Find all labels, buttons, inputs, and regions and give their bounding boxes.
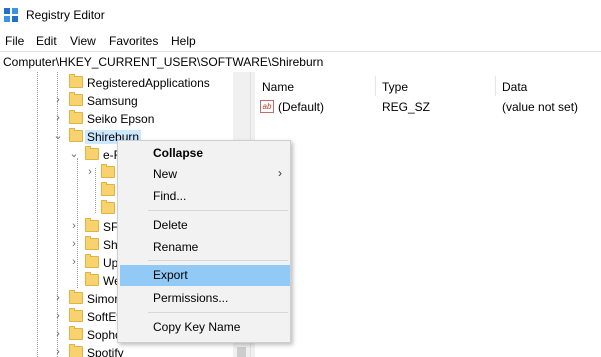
address-bar[interactable]: Computer\HKEY_CURRENT_USER\SOFTWARE\Shir…: [0, 51, 601, 73]
folder-icon: [101, 200, 115, 214]
menu-bar: File Edit View Favorites Help: [0, 31, 601, 51]
column-divider[interactable]: [375, 76, 376, 96]
menu-edit[interactable]: Edit: [36, 34, 57, 48]
menu-file[interactable]: File: [5, 34, 24, 48]
menu-item-find[interactable]: Find...: [120, 186, 290, 207]
folder-icon: [69, 128, 83, 142]
chevron-down-icon[interactable]: ⌄: [69, 147, 79, 161]
folder-icon: [69, 290, 83, 304]
folder-icon: [101, 182, 115, 196]
tree-item[interactable]: RegisteredApplications: [0, 74, 233, 92]
folder-icon: [69, 308, 83, 322]
menu-favorites[interactable]: Favorites: [109, 34, 158, 48]
value-type: REG_SZ: [382, 100, 431, 114]
menu-item-rename[interactable]: Rename: [120, 237, 290, 258]
folder-icon: [69, 74, 83, 88]
menu-item-permissions[interactable]: Permissions...: [120, 288, 290, 309]
chevron-right-icon[interactable]: ›: [53, 345, 63, 357]
menu-separator: [148, 210, 288, 211]
value-data: (value not set): [502, 100, 579, 114]
column-header-data[interactable]: Data: [502, 80, 527, 94]
folder-icon: [69, 110, 83, 124]
string-value-icon: ab: [260, 100, 274, 113]
folder-icon: [85, 146, 99, 160]
window-title: Registry Editor: [26, 8, 105, 22]
column-header-name[interactable]: Name: [262, 80, 294, 94]
registry-editor-icon: [4, 8, 18, 22]
folder-icon: [69, 92, 83, 106]
address-path[interactable]: Computer\HKEY_CURRENT_USER\SOFTWARE\Shir…: [3, 55, 323, 69]
chevron-right-icon[interactable]: ›: [53, 309, 63, 323]
chevron-right-icon[interactable]: ›: [69, 255, 79, 269]
value-name: (Default): [278, 100, 325, 114]
menu-item-delete[interactable]: Delete: [120, 215, 290, 236]
chevron-right-icon[interactable]: ›: [53, 327, 63, 341]
folder-icon: [85, 254, 99, 268]
tree-item[interactable]: › Spotify: [0, 344, 233, 357]
menu-separator: [148, 312, 288, 313]
menu-item-new[interactable]: New ›: [120, 164, 290, 185]
chevron-right-icon[interactable]: ›: [53, 93, 63, 107]
context-menu: Collapse New › Find... Delete Rename Exp…: [117, 140, 291, 343]
menu-item-export[interactable]: Export: [120, 265, 290, 286]
scrollbar-thumb[interactable]: [237, 347, 246, 357]
chevron-right-icon[interactable]: ›: [69, 237, 79, 251]
menu-view[interactable]: View: [70, 34, 96, 48]
column-header-type[interactable]: Type: [382, 80, 408, 94]
menu-separator: [148, 260, 288, 261]
folder-icon: [69, 326, 83, 340]
folder-icon: [85, 236, 99, 250]
chevron-right-icon[interactable]: ›: [69, 219, 79, 233]
tree-item[interactable]: › Samsung: [0, 92, 233, 110]
menu-help[interactable]: Help: [171, 34, 196, 48]
chevron-right-icon[interactable]: ›: [53, 291, 63, 305]
title-bar: Registry Editor: [0, 0, 601, 31]
chevron-down-icon[interactable]: ⌄: [53, 129, 63, 143]
menu-item-collapse[interactable]: Collapse: [120, 143, 290, 164]
values-list[interactable]: Name Type Data ab (Default) REG_SZ (valu…: [255, 72, 601, 357]
chevron-right-icon[interactable]: ›: [85, 165, 95, 179]
menu-item-copy-key-name[interactable]: Copy Key Name: [120, 317, 290, 338]
folder-icon: [101, 164, 115, 178]
tree-item[interactable]: › Seiko Epson: [0, 110, 233, 128]
chevron-right-icon: ›: [278, 166, 282, 180]
folder-icon: [69, 344, 83, 357]
column-divider[interactable]: [495, 76, 496, 96]
folder-icon: [85, 272, 99, 286]
chevron-right-icon[interactable]: ›: [53, 111, 63, 125]
folder-icon: [85, 218, 99, 232]
